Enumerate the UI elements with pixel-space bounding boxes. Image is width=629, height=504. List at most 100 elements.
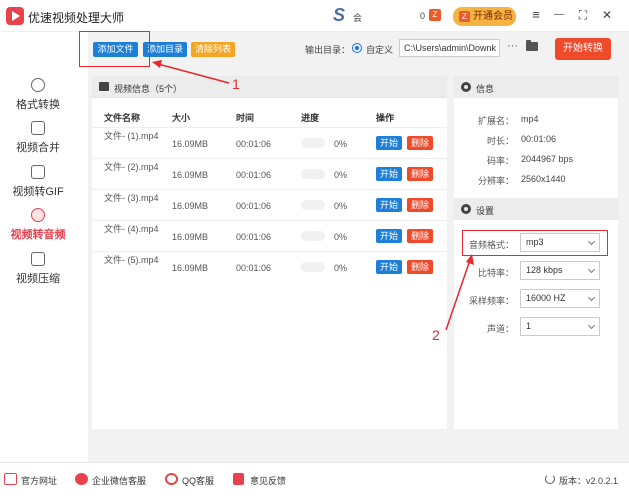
file-size: 16.09MB — [172, 263, 209, 273]
table-row[interactable]: 文件- (3).mp4 16.09MB 00:01:06 0% 开始 删除 — [92, 189, 447, 220]
footer: 官方网址 企业微信客服 QQ客服 意见反馈 版本：v2.0.2.1 — [0, 462, 629, 504]
message-count: 0 — [420, 11, 426, 21]
settings-section-header: 设置 — [454, 198, 618, 220]
table-row[interactable]: 文件- (5).mp4 16.09MB 00:01:06 0% 开始 删除 — [92, 251, 447, 282]
ext-value: mp4 — [521, 114, 539, 124]
feedback-link[interactable]: 意见反馈 — [233, 473, 287, 487]
channel-label: 声道： — [486, 324, 514, 334]
title-bar: 优速视频处理大师 S 会 0 Z Z 开通会员 ≡ — ⛶ ✕ — [0, 0, 629, 32]
row-start-button[interactable]: 开始 — [376, 198, 402, 212]
minimize-icon[interactable]: — — [551, 7, 567, 23]
bitrate-value: 2044967 bps — [521, 154, 574, 164]
column-header-progress: 进度 — [301, 113, 320, 123]
wechat-label: 企业微信客服 — [92, 476, 147, 486]
file-name: 文件- (2).mp4 — [104, 162, 159, 172]
video-list-panel: 视频信息（5个） 文件名称 大小 时间 进度 操作 文件- (1).mp4 16… — [92, 76, 447, 429]
column-header-name: 文件名称 — [104, 113, 141, 123]
app-logo-icon — [6, 7, 24, 25]
audio-icon — [31, 208, 45, 222]
sidebar: 格式转换 视频合并 视频转GIF 视频转音频 视频压缩 — [0, 32, 76, 462]
clear-list-button[interactable]: 清除列表 — [191, 42, 235, 57]
file-name: 文件- (3).mp4 — [104, 193, 159, 203]
file-time: 00:01:06 — [236, 139, 272, 149]
file-size: 16.09MB — [172, 232, 209, 242]
qq-support-link[interactable]: QQ客服 — [165, 473, 215, 487]
progress-percent: 0% — [334, 139, 348, 149]
version-info[interactable]: 版本：v2.0.2.1 — [545, 474, 618, 487]
count-badge-icon[interactable]: Z — [429, 9, 441, 21]
maximize-icon[interactable]: ⛶ — [575, 7, 591, 23]
row-start-button[interactable]: 开始 — [376, 260, 402, 274]
progress-bar — [301, 138, 325, 148]
sidebar-item-label: 视频合并 — [16, 142, 60, 154]
sidebar-item-format-convert[interactable]: 格式转换 — [0, 78, 76, 126]
chevron-down-icon — [587, 265, 596, 274]
table-row[interactable]: 文件- (1).mp4 16.09MB 00:01:06 0% 开始 删除 — [92, 127, 447, 158]
video-list-title: 视频信息（5个） — [114, 84, 183, 94]
bitrate-select[interactable]: 128 kbps — [520, 261, 600, 280]
column-header-size: 大小 — [172, 113, 191, 123]
channel-select[interactable]: 1 — [520, 317, 600, 336]
progress-percent: 0% — [334, 170, 348, 180]
row-start-button[interactable]: 开始 — [376, 136, 402, 150]
sidebar-item-video-audio[interactable]: 视频转音频 — [0, 208, 76, 256]
info-title: 信息 — [476, 84, 495, 94]
sidebar-item-label: 视频转音频 — [10, 229, 66, 241]
user-name[interactable]: 会 — [353, 11, 362, 24]
row-delete-button[interactable]: 删除 — [407, 198, 433, 212]
file-name: 文件- (1).mp4 — [104, 131, 159, 141]
vip-button[interactable]: Z 开通会员 — [453, 7, 516, 26]
row-delete-button[interactable]: 删除 — [407, 260, 433, 274]
sample-rate-select[interactable]: 16000 HZ — [520, 289, 600, 308]
progress-percent: 0% — [334, 232, 348, 242]
website-icon — [4, 473, 17, 485]
file-name: 文件- (5).mp4 — [104, 255, 159, 265]
chevron-down-icon — [587, 321, 596, 330]
table-row[interactable]: 文件- (2).mp4 16.09MB 00:01:06 0% 开始 删除 — [92, 158, 447, 189]
row-start-button[interactable]: 开始 — [376, 229, 402, 243]
custom-radio-label[interactable]: 自定义 — [366, 43, 393, 56]
menu-icon[interactable]: ≡ — [528, 7, 544, 23]
table-row[interactable]: 文件- (4).mp4 16.09MB 00:01:06 0% 开始 删除 — [92, 220, 447, 251]
row-start-button[interactable]: 开始 — [376, 167, 402, 181]
close-icon[interactable]: ✕ — [599, 7, 615, 23]
annotation-box-audio-format — [462, 230, 608, 256]
browse-more-icon[interactable]: ··· — [507, 40, 518, 52]
wechat-support-link[interactable]: 企业微信客服 — [75, 473, 147, 487]
info-section-header: 信息 — [454, 76, 618, 98]
duration-value: 00:01:06 — [521, 134, 557, 144]
annotation-number-2: 2 — [432, 327, 440, 343]
annotation-number-1: 1 — [232, 76, 240, 92]
convert-icon — [31, 78, 45, 92]
file-size: 16.09MB — [172, 201, 209, 211]
start-convert-button[interactable]: 开始转换 — [555, 38, 611, 60]
settings-title: 设置 — [476, 206, 495, 216]
sidebar-item-video-gif[interactable]: 视频转GIF — [0, 165, 76, 213]
folder-icon[interactable] — [526, 40, 538, 51]
progress-percent: 0% — [334, 201, 348, 211]
row-delete-button[interactable]: 删除 — [407, 136, 433, 150]
feedback-label: 意见反馈 — [250, 476, 287, 486]
file-time: 00:01:06 — [236, 201, 272, 211]
gear-icon — [461, 204, 471, 214]
qq-icon — [165, 473, 178, 485]
resolution-value: 2560x1440 — [521, 174, 566, 184]
gif-icon — [31, 165, 45, 179]
brand-logo-icon: S — [333, 5, 346, 25]
resolution-label: 分辨率： — [477, 176, 514, 186]
website-label: 官方网址 — [21, 476, 58, 486]
custom-radio[interactable] — [352, 43, 362, 53]
row-delete-button[interactable]: 删除 — [407, 167, 433, 181]
merge-icon — [31, 121, 45, 135]
website-link[interactable]: 官方网址 — [4, 473, 58, 487]
sidebar-item-video-merge[interactable]: 视频合并 — [0, 121, 76, 169]
progress-percent: 0% — [334, 263, 348, 273]
feedback-icon — [233, 473, 244, 485]
gear-icon — [461, 82, 471, 92]
output-path-input[interactable] — [399, 39, 500, 57]
wechat-icon — [75, 473, 88, 485]
qq-label: QQ客服 — [182, 476, 215, 486]
row-delete-button[interactable]: 删除 — [407, 229, 433, 243]
sidebar-item-video-compress[interactable]: 视频压缩 — [0, 252, 76, 300]
progress-bar — [301, 231, 325, 241]
